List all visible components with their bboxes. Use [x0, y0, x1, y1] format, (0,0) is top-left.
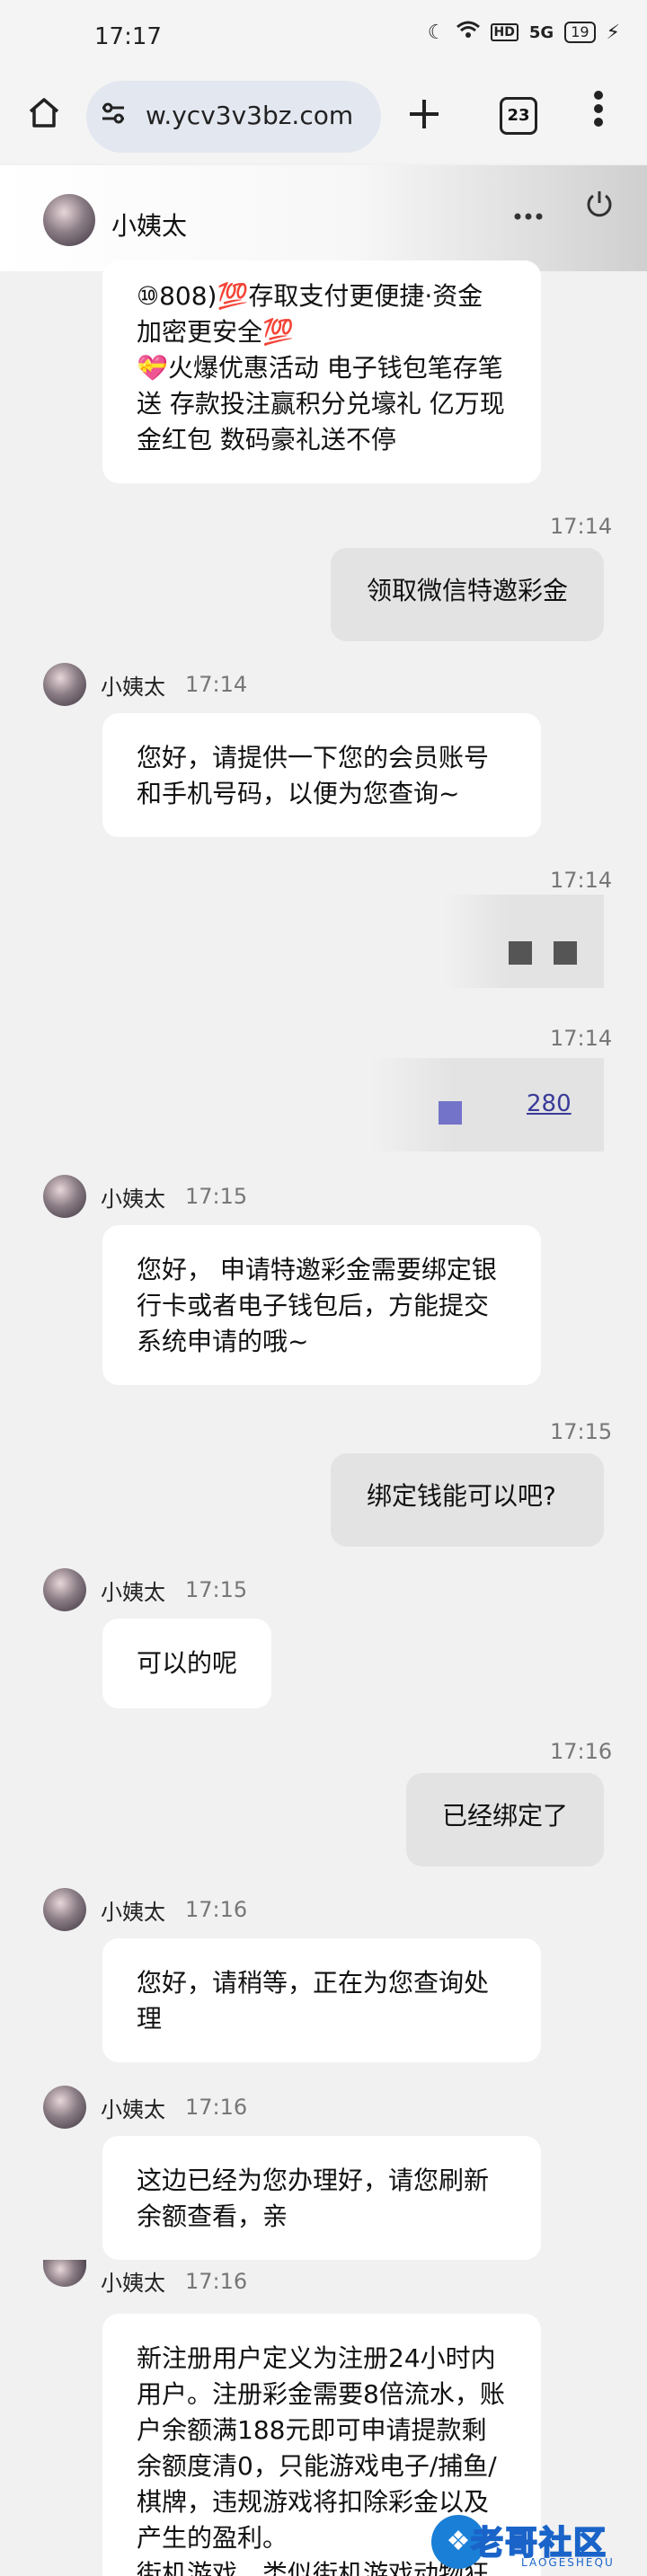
- power-icon: [587, 191, 612, 217]
- sender-name: 小姨太: [101, 674, 165, 700]
- sender-name: 小姨太: [101, 2096, 165, 2122]
- message-bubble-outgoing: 已经绑定了: [406, 1773, 604, 1866]
- message-time: 17:15: [550, 1419, 613, 1444]
- message-text: 280: [527, 1090, 572, 1117]
- message-time: 17:16: [550, 1739, 613, 1764]
- chat-header: 小姨太: [0, 165, 647, 271]
- status-icons: ☾ HD 5G 19 ⚡: [428, 20, 620, 45]
- message-text: 您好，请稍等，正在为您查询处理: [137, 1968, 490, 2033]
- charging-icon: ⚡: [606, 21, 620, 44]
- site-watermark: ❖ 老哥社区 LAOGESHEQU: [422, 2508, 647, 2576]
- message-bubble-incoming: 您好， 申请特邀彩金需要绑定银行卡或者电子钱包后，方能提交系统申请的哦~: [102, 1225, 541, 1385]
- message-time: 17:15: [185, 1184, 248, 1209]
- more-horiz-icon: [514, 213, 543, 220]
- contact-name: 小姨太: [111, 211, 188, 241]
- new-tab-button[interactable]: [406, 93, 442, 142]
- 5g-icon: 5G: [528, 22, 554, 42]
- watermark-subtext: LAOGESHEQU: [521, 2556, 615, 2569]
- sender-avatar[interactable]: [43, 1175, 86, 1218]
- sender-row: 小姨太 17:16: [43, 2259, 248, 2297]
- sender-avatar[interactable]: [43, 1568, 86, 1611]
- message-time: 17:14: [550, 514, 613, 539]
- message-text: 这边已经为您办理好，请您刷新余额查看，亲: [137, 2166, 490, 2231]
- message-text: 可以的呢: [137, 1648, 238, 1678]
- message-bubble-incoming: 您好，请提供一下您的会员账号和手机号码，以便为您查询~: [102, 713, 541, 837]
- message-time: 17:16: [185, 2095, 248, 2120]
- address-bar[interactable]: w.ycv3v3bz.com: [86, 81, 381, 153]
- sender-avatar[interactable]: [43, 2086, 86, 2129]
- contact-avatar[interactable]: [43, 194, 95, 246]
- message-time: 17:14: [550, 1026, 613, 1051]
- message-text: 您好， 申请特邀彩金需要绑定银行卡或者电子钱包后，方能提交系统申请的哦~: [137, 1255, 497, 1356]
- more-options-button[interactable]: [514, 192, 543, 229]
- redacted-pixel: [439, 1101, 462, 1125]
- sender-row: 小姨太 17:16: [43, 2086, 247, 2129]
- hd-icon: HD: [490, 23, 518, 41]
- message-bubble-incoming: 这边已经为您办理好，请您刷新余额查看，亲: [102, 2136, 541, 2260]
- battery-icon: 19: [564, 22, 596, 43]
- sender-avatar[interactable]: [43, 1888, 86, 1931]
- sender-row: 小姨太 17:15: [43, 1568, 247, 1611]
- redacted-pixel: [509, 941, 532, 965]
- message-time: 17:15: [185, 1577, 248, 1602]
- browser-menu-button[interactable]: [593, 90, 604, 134]
- message-bubble-outgoing: 领取微信特邀彩金: [331, 548, 604, 641]
- home-icon: [29, 98, 59, 128]
- sender-name: 小姨太: [101, 2271, 165, 2296]
- wifi-icon: [456, 20, 480, 45]
- moon-icon: ☾: [427, 21, 446, 44]
- sender-row: 小姨太 17:15: [43, 1175, 247, 1218]
- sender-name: 小姨太: [101, 1579, 165, 1605]
- sender-avatar[interactable]: [43, 663, 86, 706]
- message-time: 17:14: [550, 868, 613, 893]
- message-time: 17:16: [185, 1897, 248, 1922]
- sender-name: 小姨太: [101, 1899, 165, 1925]
- browser-toolbar: w.ycv3v3bz.com: [0, 74, 647, 163]
- message-time: 17:14: [185, 672, 248, 697]
- redacted-pixel: [554, 941, 577, 965]
- more-vert-icon: [594, 91, 603, 127]
- sender-row: 小姨太 17:14: [43, 663, 247, 706]
- sender-avatar[interactable]: [43, 2259, 86, 2287]
- sender-name: 小姨太: [101, 1186, 165, 1212]
- tab-switcher-button[interactable]: 23: [500, 97, 537, 135]
- message-text: 已经绑定了: [442, 1801, 569, 1831]
- sender-row: 小姨太 17:16: [43, 1888, 247, 1931]
- home-button[interactable]: [20, 95, 68, 144]
- message-text: ⑩808)💯存取支付更便捷·资金加密更安全💯 💝火爆优惠活动 电子钱包笔存笔送 …: [137, 281, 505, 454]
- url-text: w.ycv3v3bz.com: [146, 101, 354, 130]
- message-text: 领取微信特邀彩金: [367, 576, 569, 605]
- status-time: 17:17: [94, 23, 162, 50]
- end-chat-button[interactable]: [584, 189, 615, 227]
- message-bubble-outgoing: 绑定钱能可以吧?: [331, 1453, 604, 1547]
- message-bubble-incoming: ⑩808)💯存取支付更便捷·资金加密更安全💯 💝火爆优惠活动 电子钱包笔存笔送 …: [102, 260, 541, 483]
- message-bubble-incoming: 可以的呢: [102, 1619, 271, 1708]
- status-bar: 17:17 ☾ HD 5G 19 ⚡: [0, 0, 647, 74]
- message-text: 绑定钱能可以吧?: [367, 1481, 556, 1511]
- message-bubble-incoming: 您好，请稍等，正在为您查询处理: [102, 1938, 541, 2062]
- site-settings-icon[interactable]: [99, 99, 128, 134]
- plus-icon: [410, 100, 439, 128]
- message-time: 17:16: [185, 2268, 248, 2294]
- message-text: 您好，请提供一下您的会员账号和手机号码，以便为您查询~: [137, 743, 490, 808]
